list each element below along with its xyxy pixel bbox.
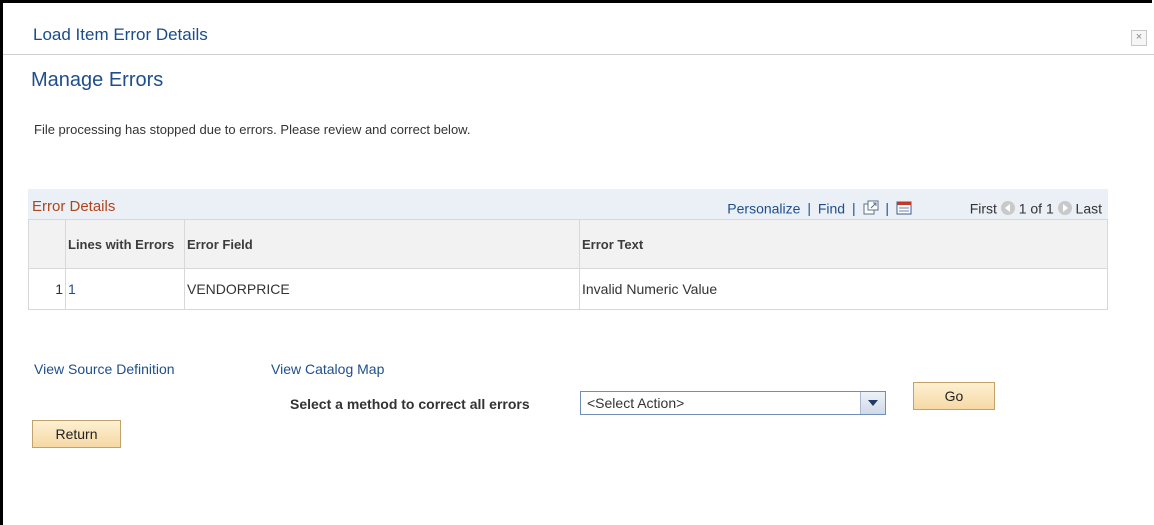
- personalize-link[interactable]: Personalize: [727, 200, 800, 216]
- page-title: Manage Errors: [31, 69, 164, 91]
- grid-navigation: Personalize | Find | | First 1 of 1 Last: [727, 199, 1102, 216]
- titlebar-divider: [3, 54, 1154, 55]
- last-label: Last: [1075, 200, 1102, 217]
- first-label: First: [969, 200, 997, 217]
- view-catalog-map-link[interactable]: View Catalog Map: [271, 361, 384, 377]
- next-icon[interactable]: [1057, 201, 1072, 216]
- grid-title: Error Details: [32, 198, 116, 215]
- grid-header: Error Details Personalize | Find | | Fir…: [28, 189, 1108, 219]
- action-select[interactable]: <Select Action>: [580, 391, 886, 415]
- error-details-table: Lines with Errors Error Field Error Text…: [28, 219, 1108, 310]
- row-number: 1: [28, 268, 66, 310]
- row-range: 1 of 1: [1018, 200, 1054, 217]
- nav-separator: |: [885, 200, 890, 217]
- column-header-lines: Lines with Errors: [65, 219, 185, 269]
- chevron-down-icon[interactable]: [860, 392, 885, 414]
- error-field-cell: VENDORPRICE: [184, 268, 580, 310]
- table-header-row: Lines with Errors Error Field Error Text: [28, 219, 1108, 269]
- dialog-titlebar: Load Item Error Details ×: [3, 3, 1154, 55]
- action-select-value: <Select Action>: [587, 395, 685, 411]
- nav-separator: |: [807, 200, 811, 217]
- view-source-definition-link[interactable]: View Source Definition: [34, 361, 175, 377]
- column-header-rownum: [28, 219, 66, 269]
- table-row: 1 1 VENDORPRICE Invalid Numeric Value: [28, 268, 1108, 310]
- error-text-cell: Invalid Numeric Value: [579, 268, 1108, 310]
- close-icon[interactable]: ×: [1131, 30, 1147, 46]
- download-grid-icon[interactable]: [896, 200, 912, 216]
- return-button[interactable]: Return: [32, 420, 121, 448]
- column-header-field: Error Field: [184, 219, 580, 269]
- previous-icon[interactable]: [1000, 201, 1015, 216]
- column-header-text: Error Text: [579, 219, 1108, 269]
- find-link[interactable]: Find: [818, 200, 845, 216]
- nav-separator: |: [851, 200, 856, 217]
- new-window-icon[interactable]: [863, 200, 879, 216]
- select-method-label: Select a method to correct all errors: [290, 396, 530, 412]
- dialog-title: Load Item Error Details: [33, 25, 208, 44]
- line-number-link[interactable]: 1: [65, 268, 185, 310]
- status-message: File processing has stopped due to error…: [34, 122, 471, 137]
- go-button[interactable]: Go: [913, 382, 995, 410]
